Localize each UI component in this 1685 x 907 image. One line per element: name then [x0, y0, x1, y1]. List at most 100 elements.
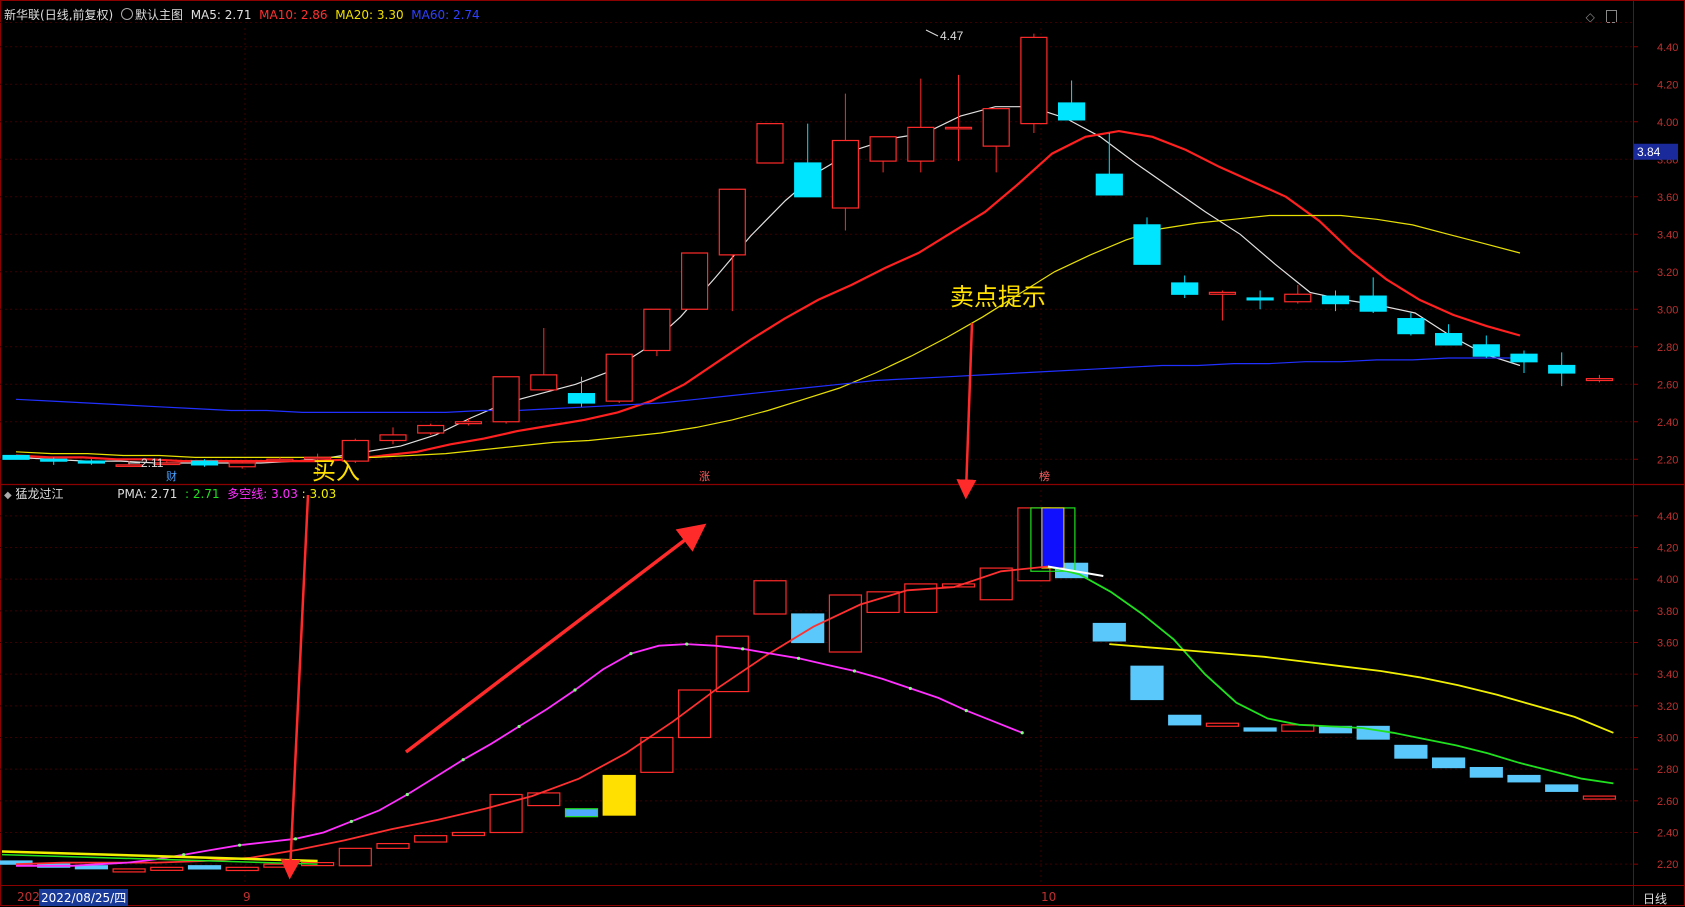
max-price-label: 4.47 [940, 29, 964, 43]
sub-box [1431, 757, 1466, 769]
main-tick-label: 4.40 [1657, 42, 1678, 54]
main-tick-label: 3.00 [1657, 304, 1678, 316]
candle-up [831, 139, 860, 209]
sub-box [112, 868, 146, 873]
sub-box [753, 580, 787, 615]
grid-lines [0, 28, 1633, 885]
date-prefix: 202 [17, 890, 40, 904]
candle-down [567, 393, 596, 404]
sub-line-dot [293, 837, 298, 841]
buy-label: 买入 [312, 457, 360, 485]
candle-up [1585, 378, 1614, 382]
sub-box [1545, 784, 1579, 792]
sub-box [602, 774, 636, 816]
sub-line-dot [1020, 731, 1024, 735]
candle-up [605, 353, 633, 402]
sub-line-dot [405, 792, 409, 797]
period-tab[interactable]: 日线 [1643, 890, 1667, 907]
sub-box [1243, 727, 1277, 732]
sub-box [564, 808, 599, 818]
candle-down [2, 454, 30, 460]
month-10-label: 10 [1041, 890, 1057, 904]
sub-lines [1, 565, 1614, 867]
sub-box [451, 831, 485, 837]
main-tick-label: 2.20 [1657, 454, 1678, 466]
ma-line-ma60 [15, 357, 1520, 413]
sell-label: 卖点提示 [950, 283, 1046, 311]
sub-box [828, 594, 863, 653]
candle-down [1434, 333, 1463, 346]
candle-up [680, 252, 709, 310]
sub-line-dot [685, 642, 689, 646]
peak-box-blue [1041, 507, 1065, 569]
sub-tick-label: 2.20 [1657, 859, 1678, 871]
month-9-label: 9 [243, 890, 251, 904]
candle-down [1548, 364, 1576, 374]
annotation-labels: 3.84 买入 卖点提示 4.47 2.11财 涨 榜 [128, 29, 1678, 485]
sub-box [1205, 722, 1240, 727]
candle-up [869, 136, 897, 162]
candle-up [1284, 293, 1312, 303]
candle-down [77, 460, 106, 464]
candle-up [417, 424, 445, 434]
sub-box [791, 613, 825, 644]
sub-box [1168, 714, 1202, 726]
sub-line-dot [238, 843, 242, 847]
sub-box [1507, 774, 1541, 783]
candle-down [190, 460, 219, 466]
sub-box [414, 835, 448, 843]
max-pointer [925, 29, 939, 37]
sub-box [338, 847, 372, 867]
sub-tick-label: 2.60 [1657, 796, 1678, 808]
sub-tick-label: 3.80 [1657, 606, 1678, 618]
price-tag: 3.84 [1637, 145, 1661, 159]
sub-line-dot [964, 708, 968, 713]
candle-up [492, 376, 520, 423]
candle-down [1472, 344, 1500, 357]
sub-tick-label: 3.60 [1657, 638, 1678, 650]
date-cursor-label: 2022/08/25/四 [39, 889, 129, 906]
sub-box [1582, 795, 1617, 800]
sub-line-dot [461, 758, 465, 762]
candle-up [982, 108, 1010, 147]
outer-frame [0, 0, 1685, 906]
candle-up [379, 434, 407, 442]
event-marker-bang: 榜 [1039, 469, 1050, 483]
sub-line-dot [852, 669, 857, 673]
sub-box [527, 792, 561, 807]
sub-box [187, 865, 222, 870]
main-tick-label: 4.00 [1657, 117, 1678, 129]
y-axis: 2.20 2.40 2.60 2.80 3.00 3.20 3.40 3.60 3.80 4.00… [1633, 42, 1678, 871]
candle-down [1359, 295, 1387, 312]
sub-bars [0, 507, 1617, 873]
sub-tick-label: 4.20 [1657, 543, 1678, 555]
sub-line-dot [797, 656, 801, 660]
candle-down [1246, 297, 1274, 301]
sell-arrow [956, 322, 977, 500]
event-marker-cai: 财 [166, 469, 177, 483]
sub-tick-label: 4.40 [1657, 511, 1678, 523]
sub-box [1092, 622, 1126, 642]
sub-tick-label: 2.80 [1657, 764, 1678, 776]
sub-box [1394, 744, 1428, 759]
buy-arrow [280, 494, 310, 880]
candle-down [1397, 318, 1425, 335]
sub-box [1469, 766, 1503, 778]
sub-box [376, 842, 410, 849]
candle-up [454, 421, 482, 425]
candle-down [1171, 282, 1199, 295]
sub-line-dot [741, 647, 745, 651]
candle-up [643, 308, 671, 352]
sub-line-dot [573, 688, 577, 692]
main-tick-label: 3.40 [1657, 229, 1678, 241]
candle-down [1133, 224, 1161, 265]
chart-frame [0, 0, 1685, 906]
sub-line-dot [349, 819, 353, 824]
sub-box [1130, 665, 1164, 701]
candle-down [40, 458, 68, 462]
candle-up [1208, 291, 1237, 295]
candle-down [1057, 102, 1086, 121]
candle-up [1020, 36, 1048, 125]
sub-box [715, 635, 749, 693]
candle-down [1321, 295, 1350, 305]
